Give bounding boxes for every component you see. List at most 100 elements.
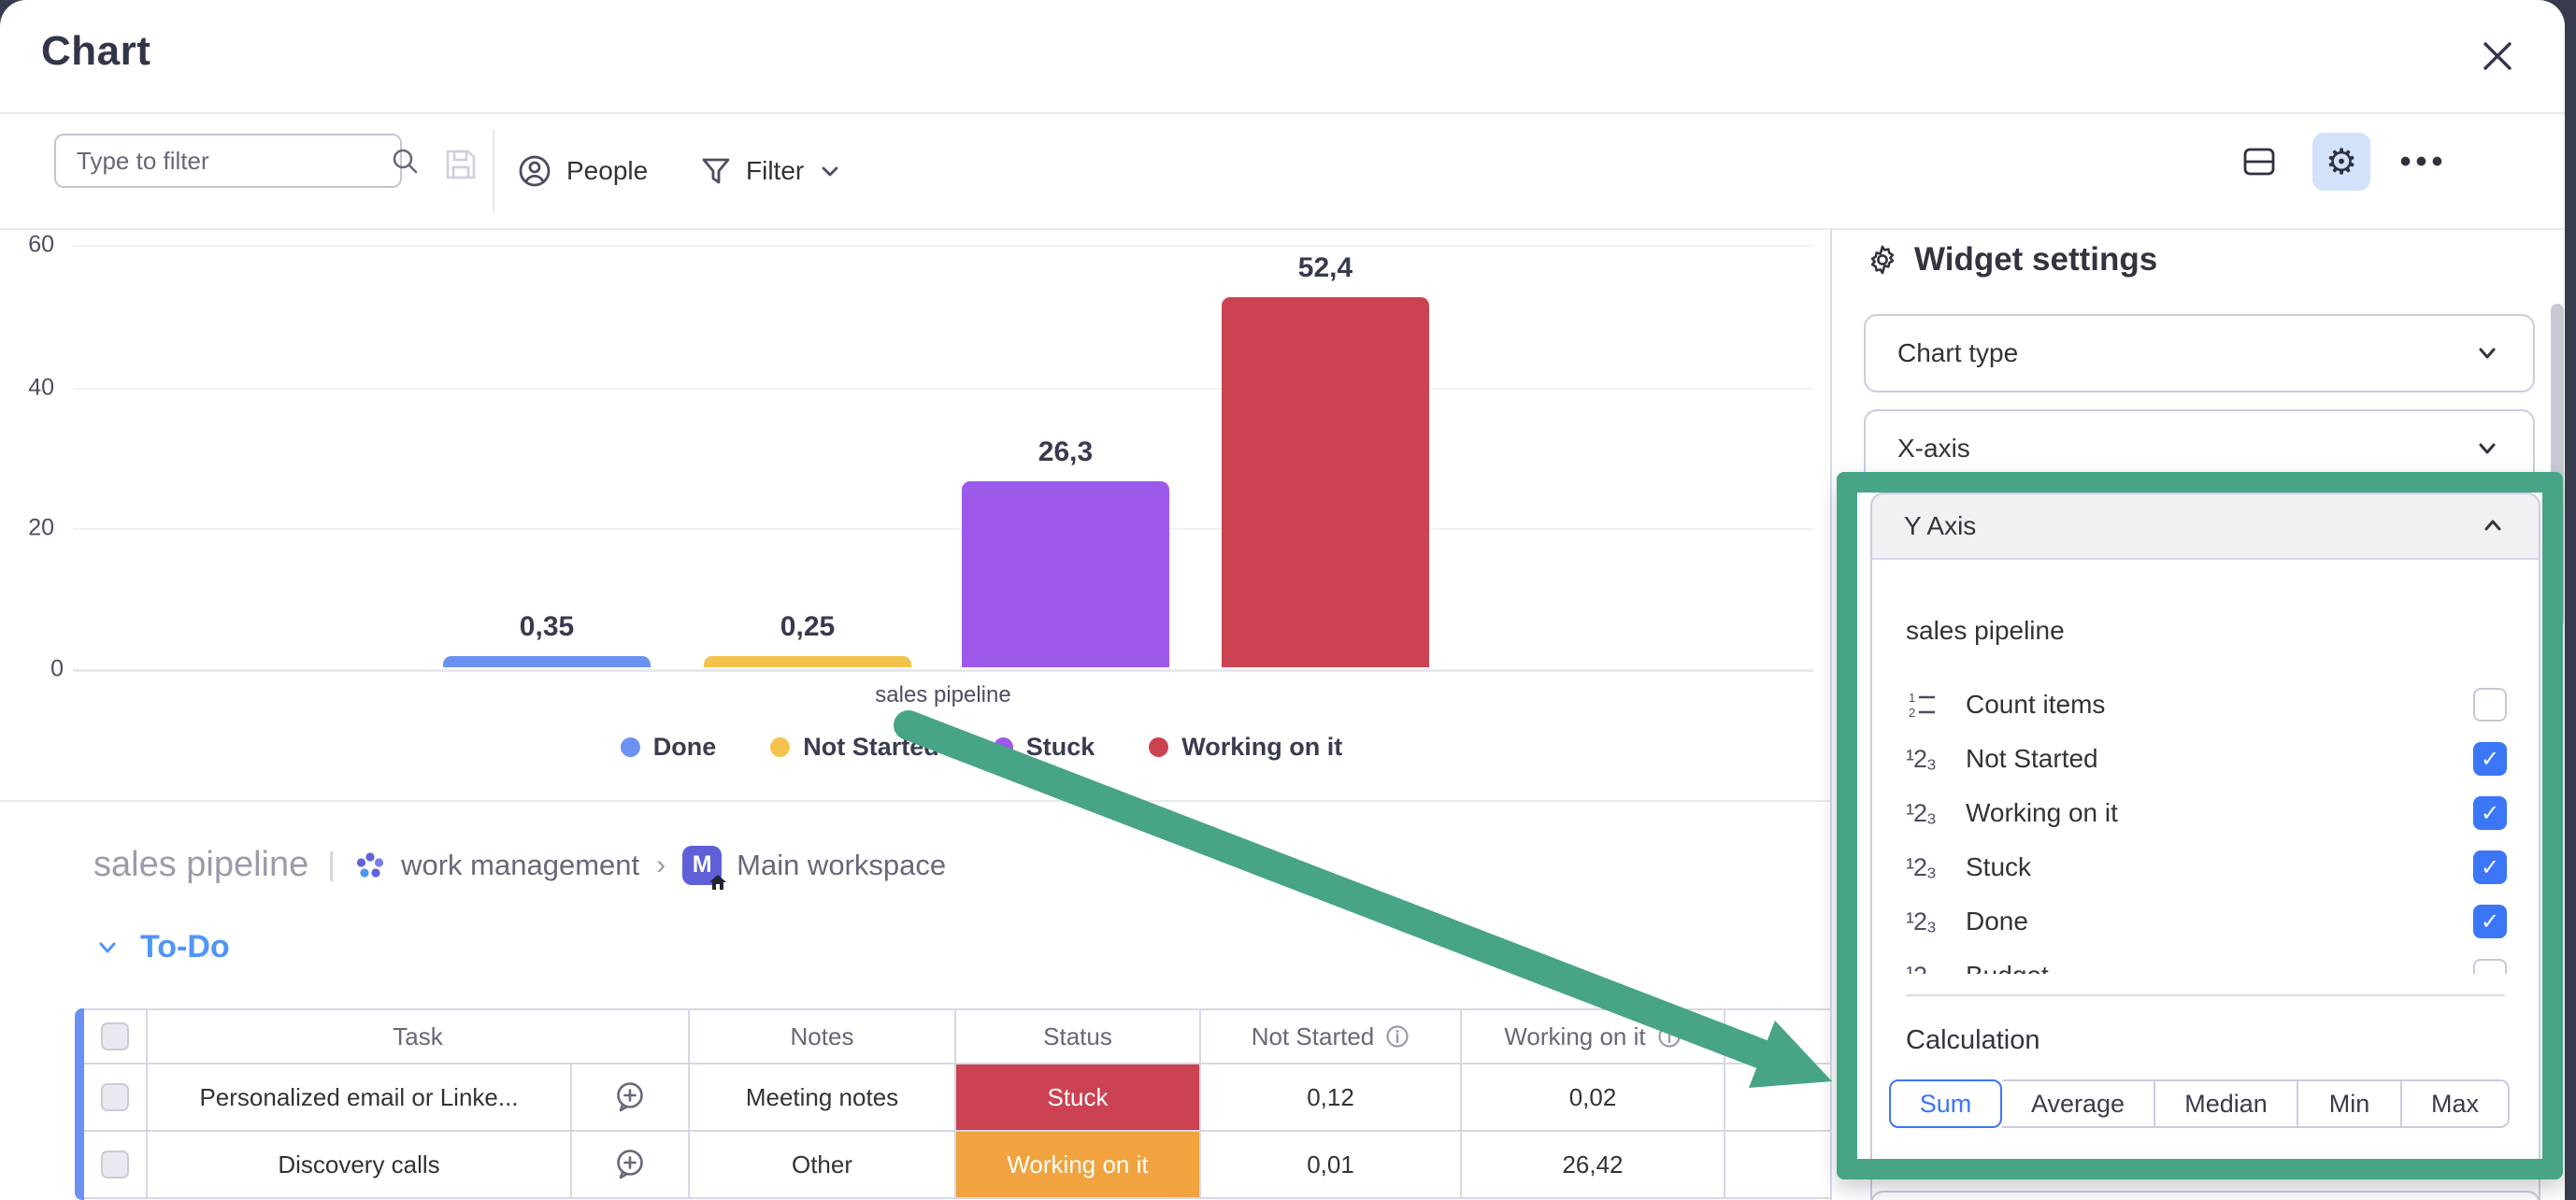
group-todo[interactable]: To-Do — [93, 929, 230, 965]
empty-cell — [1725, 1132, 1830, 1199]
column-header-task[interactable]: Task — [148, 1010, 690, 1064]
chevron-down-icon — [2473, 339, 2501, 367]
not-started-cell[interactable]: 0,01 — [1201, 1132, 1462, 1199]
legend-dot — [1149, 737, 1168, 757]
filter-button[interactable]: Filter — [699, 143, 843, 199]
title-bar: Chart — [0, 0, 2565, 114]
add-update-cell[interactable] — [572, 1064, 690, 1132]
column-header-notes[interactable]: Notes — [690, 1010, 956, 1064]
search-input[interactable] — [56, 147, 390, 176]
y-axis-item-count-items[interactable]: 12 Count items — [1872, 678, 2539, 732]
filter-search-box[interactable] — [54, 134, 402, 188]
people-label: People — [566, 156, 648, 186]
page-title: Chart — [41, 28, 150, 75]
calc-min-button[interactable]: Min — [2298, 1079, 2402, 1128]
filter-label: Filter — [746, 156, 804, 186]
numbers-column-icon: ¹2₃ — [1906, 745, 1947, 774]
y-axis-item-not-started[interactable]: ¹2₃ Not Started ✓ — [1872, 732, 2539, 786]
next-settings-section-clipped[interactable] — [1870, 1191, 2540, 1200]
calculation-button-group: Sum Average Median Min Max — [1889, 1079, 2510, 1128]
app-name[interactable]: work management — [401, 849, 639, 882]
calc-max-button[interactable]: Max — [2402, 1079, 2510, 1128]
workspace-avatar[interactable]: M — [682, 846, 722, 885]
board-name[interactable]: sales pipeline — [93, 845, 308, 885]
numbers-column-icon: ¹2₃ — [1906, 962, 1947, 975]
widget-settings-panel: Widget settings Chart type X-axis Y Axis… — [1830, 230, 2565, 1200]
y-tick: 60 — [0, 232, 54, 259]
bar-value-label: 26,3 — [1038, 436, 1093, 468]
y-axis-header[interactable]: Y Axis — [1870, 493, 2540, 560]
calc-sum-button[interactable]: Sum — [1889, 1079, 2002, 1128]
add-update-cell[interactable] — [572, 1132, 690, 1199]
notes-cell[interactable]: Meeting notes — [690, 1064, 956, 1132]
bar-value-label: 52,4 — [1298, 252, 1352, 284]
calc-average-button[interactable]: Average — [2002, 1079, 2155, 1128]
column-header-status[interactable]: Status — [956, 1010, 1201, 1064]
workspace-name[interactable]: Main workspace — [737, 849, 946, 882]
board-table: Task Notes Status Not Started Working on… — [84, 1008, 1830, 1199]
chart-widget-modal: Chart People Filter — [0, 0, 2565, 1200]
working-on-it-cell[interactable]: 0,02 — [1462, 1064, 1725, 1132]
column-header-working-on-it[interactable]: Working on it — [1462, 1010, 1725, 1064]
save-icon[interactable] — [441, 145, 480, 184]
empty-cell — [1725, 1064, 1830, 1132]
split-view-icon — [2240, 142, 2279, 181]
checkbox-clipped-item[interactable] — [2473, 959, 2507, 974]
chart-type-dropdown[interactable]: Chart type — [1864, 314, 2535, 393]
task-cell[interactable]: Discovery calls — [148, 1132, 572, 1199]
legend-item-stuck[interactable]: Stuck — [994, 733, 1095, 762]
bar-not-started[interactable]: 0,25 — [704, 611, 911, 667]
bar-stuck[interactable]: 26,3 — [962, 436, 1169, 667]
notes-cell[interactable]: Other — [690, 1132, 956, 1199]
y-axis-item-done[interactable]: ¹2₃ Done ✓ — [1872, 894, 2539, 949]
legend-dot — [621, 737, 640, 757]
close-icon[interactable] — [2479, 37, 2516, 75]
y-tick: 40 — [0, 375, 54, 402]
not-started-cell[interactable]: 0,12 — [1201, 1064, 1462, 1132]
checkbox-stuck[interactable]: ✓ — [2473, 850, 2507, 884]
calc-median-button[interactable]: Median — [2155, 1079, 2298, 1128]
legend-item-working-on-it[interactable]: Working on it — [1149, 733, 1342, 762]
status-cell[interactable]: Working on it — [956, 1132, 1201, 1199]
add-update-icon — [611, 1079, 649, 1116]
work-management-logo-icon — [354, 850, 386, 881]
widget-settings-button[interactable]: ⚙ — [2312, 133, 2370, 191]
panel-scrollbar[interactable] — [2551, 304, 2564, 628]
y-axis-item-clipped[interactable]: ¹2₃ Budget — [1872, 949, 2539, 974]
funnel-icon — [699, 154, 733, 188]
row-checkbox[interactable] — [101, 1150, 129, 1179]
ellipsis-icon: ••• — [2400, 144, 2448, 180]
more-options-button[interactable]: ••• — [2395, 133, 2453, 191]
checkbox-done[interactable]: ✓ — [2473, 905, 2507, 938]
y-axis-body: sales pipeline 12 Count items ¹2₃ Not St… — [1870, 560, 2540, 1200]
column-header-not-started[interactable]: Not Started — [1201, 1010, 1462, 1064]
checkbox-working-on-it[interactable]: ✓ — [2473, 796, 2507, 830]
board-preview: sales pipeline | work management › M Mai… — [0, 802, 1830, 1200]
checkbox-not-started[interactable]: ✓ — [2473, 742, 2507, 776]
working-on-it-cell[interactable]: 26,42 — [1462, 1132, 1725, 1199]
legend-item-done[interactable]: Done — [621, 733, 717, 762]
bar-chart: 60 40 20 0 0,35 0,25 26,3 52,4 sales pip… — [0, 230, 1830, 802]
people-button[interactable]: People — [516, 143, 648, 199]
row-checkbox[interactable] — [101, 1083, 129, 1111]
bar-done[interactable]: 0,35 — [443, 611, 651, 667]
widget-settings-heading: Widget settings — [1866, 241, 2157, 279]
x-axis-dropdown[interactable]: X-axis — [1864, 409, 2535, 488]
legend-item-not-started[interactable]: Not Started — [770, 733, 939, 762]
status-cell[interactable]: Stuck — [956, 1064, 1201, 1132]
screen-background: Chart People Filter — [0, 0, 2576, 1200]
chevron-up-icon — [2479, 512, 2507, 540]
y-axis-section: Y Axis sales pipeline 12 Count items ¹2₃ — [1870, 493, 2540, 1200]
task-cell[interactable]: Personalized email or Linke... — [148, 1064, 572, 1132]
group-label: To-Do — [140, 929, 230, 965]
bar-working-on-it[interactable]: 52,4 — [1222, 252, 1429, 667]
checkbox-count-items[interactable] — [2473, 688, 2507, 721]
chart-legend: Done Not Started Stuck Working on it — [133, 733, 1830, 762]
numbers-column-icon: ¹2₃ — [1906, 853, 1947, 882]
select-all-checkbox[interactable] — [101, 1022, 129, 1050]
gear-icon: ⚙ — [2326, 144, 2357, 179]
split-view-button[interactable] — [2230, 133, 2288, 191]
y-axis-item-stuck[interactable]: ¹2₃ Stuck ✓ — [1872, 840, 2539, 894]
breadcrumb: sales pipeline | work management › M Mai… — [93, 845, 946, 885]
y-axis-item-working-on-it[interactable]: ¹2₃ Working on it ✓ — [1872, 786, 2539, 840]
